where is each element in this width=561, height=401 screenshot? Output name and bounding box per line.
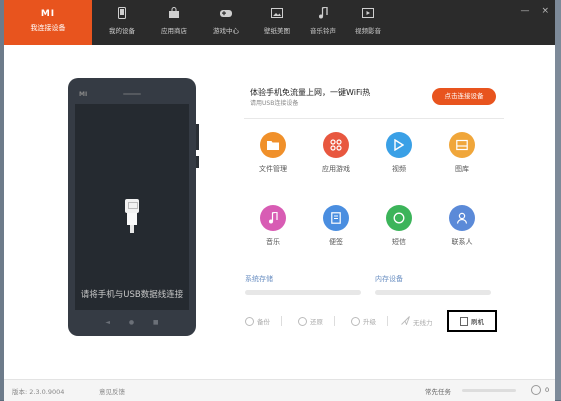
message-icon: [386, 205, 412, 231]
close-button[interactable]: ×: [541, 6, 549, 16]
home-icon: ●: [128, 319, 135, 326]
phone-screen: [75, 104, 189, 310]
tab-app-store[interactable]: 应用商店: [144, 0, 204, 45]
play-icon: [386, 132, 412, 158]
upgrade-icon: [351, 316, 360, 326]
wifi-promo-subtitle: 请用USB连接设备: [250, 100, 299, 107]
feature-label: 便签: [329, 238, 343, 246]
divider: [334, 316, 335, 326]
minimize-button[interactable]: —: [520, 6, 529, 16]
tab-my-device[interactable]: 我的设备: [92, 0, 152, 45]
phone-illustration: MI 请将手机与USB数据线连接 ◄ ● ■: [68, 78, 199, 336]
divider: [387, 316, 388, 326]
music-icon: [260, 205, 286, 231]
flash-rom-button[interactable]: 刷机: [447, 310, 497, 332]
system-storage-bar: [245, 290, 361, 295]
usb-cable-icon: [123, 199, 141, 233]
tab-label: 应用商店: [161, 27, 187, 35]
tool-label: 备份: [257, 318, 270, 326]
feature-label: 音乐: [266, 238, 280, 246]
app-window: MI 我连接设备 我的设备 应用商店 游戏中心 壁纸美图 音乐铃声 视频影音 —…: [4, 0, 555, 401]
wireless-icon: [401, 316, 410, 327]
phone-side-button: [196, 124, 199, 150]
top-nav-bar: MI 我连接设备 我的设备 应用商店 游戏中心 壁纸美图 音乐铃声 视频影音 —…: [4, 0, 555, 45]
feature-label: 图库: [455, 165, 469, 173]
tool-label: 无线力: [413, 318, 433, 327]
feature-label: 视频: [392, 165, 406, 173]
feature-label: 文件管理: [259, 165, 287, 173]
divider: [244, 118, 504, 119]
feature-contacts[interactable]: 联系人: [432, 205, 492, 247]
flash-label: 刷机: [471, 318, 484, 326]
feature-video[interactable]: 视频: [369, 132, 429, 174]
backup-button[interactable]: 备份: [245, 316, 282, 326]
tab-label: 视频影音: [355, 27, 381, 35]
phone-nav-bar: ◄ ● ■: [68, 319, 196, 326]
connect-device-button[interactable]: 点击连接设备: [432, 88, 496, 105]
backup-icon: [245, 316, 254, 326]
feature-label: 应用游戏: [322, 165, 350, 173]
wifi-promo-title: 体验手机免流量上网，一键WiFi热: [250, 88, 371, 97]
tool-label: 升级: [363, 318, 376, 326]
divider: [281, 316, 282, 326]
phone-speaker: [123, 93, 141, 95]
restore-icon: [298, 316, 307, 326]
tasks-progress-bar: [462, 389, 516, 392]
feature-label: 联系人: [451, 238, 473, 246]
feature-apps-games[interactable]: 应用游戏: [306, 132, 366, 174]
feature-file-manager[interactable]: 文件管理: [243, 132, 303, 174]
feature-gallery[interactable]: 图库: [432, 132, 492, 174]
phone-icon: [92, 7, 152, 19]
gallery-icon: [449, 132, 475, 158]
video-icon: [338, 7, 398, 19]
tasks-count: 0: [545, 386, 550, 394]
feature-music[interactable]: 音乐: [243, 205, 303, 247]
flash-icon: [460, 316, 468, 326]
connect-hint: 请将手机与USB数据线连接: [80, 290, 184, 300]
phone-side-button: [196, 156, 199, 168]
tool-label: 还原: [310, 318, 323, 326]
brand-tab-label: 我连接设备: [30, 24, 66, 32]
system-storage-label: 系统存储: [245, 275, 273, 283]
upgrade-button[interactable]: 升级: [351, 316, 388, 326]
feature-messages[interactable]: 短信: [369, 205, 429, 247]
tab-video[interactable]: 视频影音: [338, 0, 398, 45]
tasks-label: 常先任务: [425, 388, 451, 396]
wireless-button[interactable]: 无线力: [401, 316, 433, 327]
shopping-bag-icon: [144, 7, 204, 19]
back-icon: ◄: [105, 319, 111, 326]
brand-tab[interactable]: MI 我连接设备: [4, 0, 92, 45]
restore-button[interactable]: 还原: [298, 316, 335, 326]
internal-storage-bar: [375, 290, 491, 295]
status-bar: 版本: 2.3.0.9004 意见反馈 常先任务 0: [4, 379, 555, 401]
folder-icon: [260, 132, 286, 158]
feature-label: 短信: [392, 238, 406, 246]
feature-notes[interactable]: 便签: [306, 205, 366, 247]
system-storage: 系统存储: [245, 274, 361, 295]
contact-icon: [449, 205, 475, 231]
internal-storage: 内存设备: [375, 274, 491, 295]
apps-icon: [323, 132, 349, 158]
feedback-link[interactable]: 意见反馈: [99, 386, 125, 396]
version-label: 版本: 2.3.0.9004: [12, 388, 65, 396]
task-queue-icon[interactable]: [531, 385, 541, 395]
mi-logo: MI: [40, 9, 56, 19]
phone-mi-logo: MI: [79, 91, 88, 98]
internal-storage-label: 内存设备: [375, 275, 403, 283]
menu-icon: ■: [152, 319, 159, 326]
note-icon: [323, 205, 349, 231]
tab-label: 我的设备: [109, 27, 135, 35]
window-controls: — ×: [520, 6, 549, 16]
